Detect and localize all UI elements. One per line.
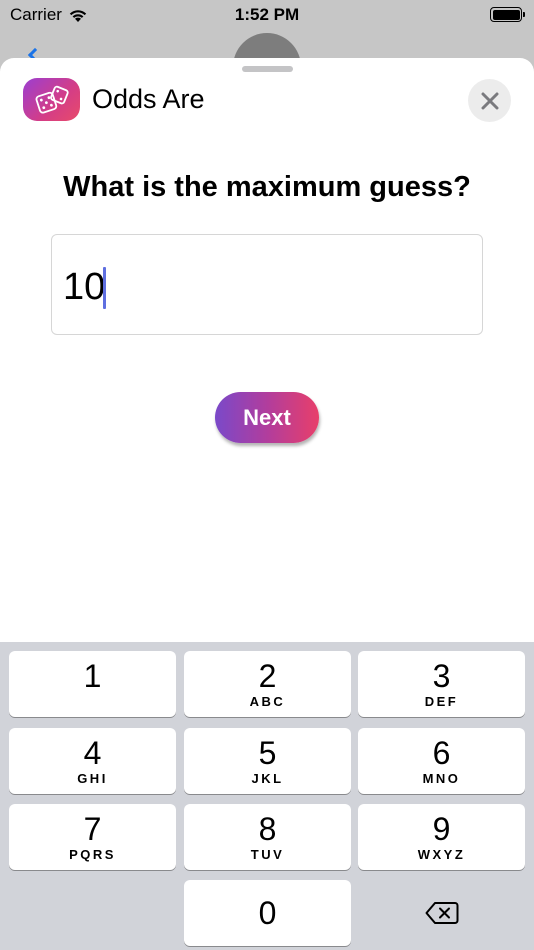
close-icon [481, 92, 498, 109]
sheet-grabber-handle[interactable] [242, 66, 293, 72]
key-letters: TUV [250, 847, 285, 862]
battery-icon [490, 7, 525, 22]
input-value: 10 [63, 266, 106, 308]
key-7[interactable]: 7 PQRS [9, 804, 176, 870]
app-sheet: Odds Are What is the maximum guess? 10 N… [0, 58, 534, 642]
key-4[interactable]: 4 GHI [9, 728, 176, 794]
key-5[interactable]: 5 JKL [184, 728, 351, 794]
key-digit: 9 [432, 811, 451, 847]
key-8[interactable]: 8 TUV [184, 804, 351, 870]
key-0[interactable]: 0 [184, 880, 351, 946]
backspace-icon [425, 902, 458, 924]
clock: 1:52 PM [234, 5, 300, 24]
text-caret [103, 267, 106, 309]
key-6[interactable]: 6 MNO [358, 728, 525, 794]
key-digit: 8 [258, 811, 277, 847]
numeric-keypad: 1 2 ABC 3 DEF 4 GHI 5 JKL 6 MNO 7 PQRS 8… [0, 642, 534, 950]
key-3[interactable]: 3 DEF [358, 651, 525, 717]
key-9[interactable]: 9 WXYZ [358, 804, 525, 870]
key-digit: 7 [83, 811, 102, 847]
key-letters: WXYZ [417, 847, 466, 862]
question-heading: What is the maximum guess? [63, 171, 471, 203]
key-letters: PQRS [69, 847, 116, 862]
key-digit: 5 [258, 735, 277, 771]
key-letters: MNO [422, 771, 461, 786]
key-2[interactable]: 2 ABC [184, 651, 351, 717]
key-letters: DEF [424, 694, 459, 709]
maximum-guess-input[interactable]: 10 [51, 234, 483, 335]
key-digit: 1 [83, 658, 102, 694]
key-1[interactable]: 1 [9, 651, 176, 717]
app-title: Odds Are [92, 84, 205, 114]
key-digit: 6 [432, 735, 451, 771]
key-digit: 3 [432, 658, 451, 694]
key-digit: 4 [83, 735, 102, 771]
key-letters: ABC [249, 694, 286, 709]
key-letters: JKL [251, 771, 284, 786]
delete-key[interactable] [358, 880, 525, 946]
key-digit: 2 [258, 658, 277, 694]
next-button[interactable]: Next [215, 392, 319, 443]
dice-icon [23, 78, 80, 121]
key-letters: GHI [77, 771, 108, 786]
close-button[interactable] [468, 79, 511, 122]
status-bar: Carrier 1:52 PM [0, 0, 534, 30]
key-digit: 0 [258, 895, 277, 931]
